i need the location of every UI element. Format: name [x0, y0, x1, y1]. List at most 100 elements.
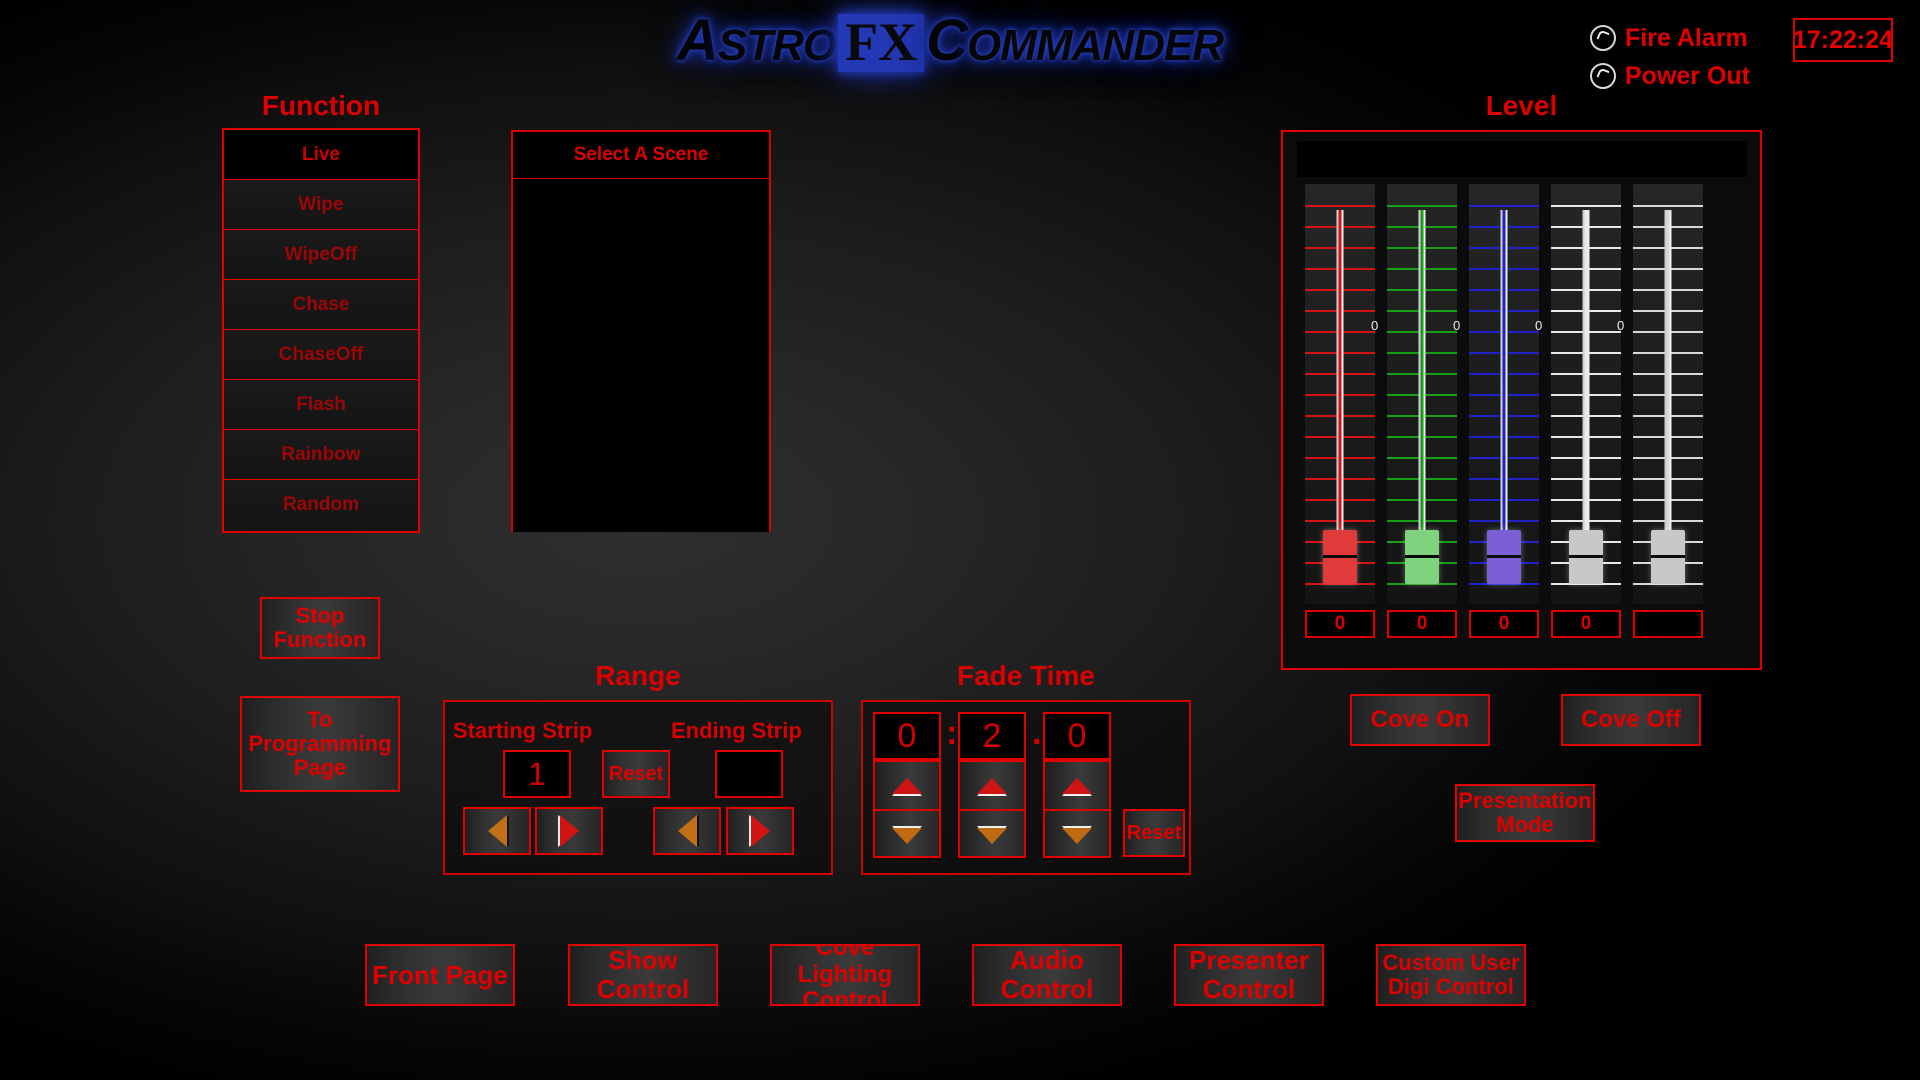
- level-value-master: [1633, 610, 1703, 638]
- fire-alarm-row: Fire Alarm: [1590, 22, 1750, 54]
- power-out-label: Power Out: [1625, 61, 1751, 90]
- slider-stem: [1418, 210, 1426, 530]
- slider-thumb-green[interactable]: [1405, 530, 1439, 584]
- slider-thumb-blue[interactable]: [1487, 530, 1521, 584]
- nav-button-custom-user-digi-control[interactable]: Custom User Digi Control: [1376, 944, 1526, 1006]
- scene-panel: Select A Scene: [511, 130, 771, 532]
- level-slider-white[interactable]: 0: [1543, 184, 1629, 638]
- level-value-blue: 0: [1469, 610, 1539, 638]
- function-item-label: Live: [301, 143, 341, 165]
- triangle-down-icon: [892, 827, 922, 844]
- level-side-value-white: 0: [1617, 318, 1625, 333]
- presentation-mode-button[interactable]: Presentation Mode: [1455, 784, 1595, 842]
- ending-strip-increment-button[interactable]: [726, 807, 794, 855]
- scene-list[interactable]: [513, 179, 769, 532]
- logo-astro: ASTRO: [677, 7, 837, 73]
- triangle-up-icon: [977, 777, 1007, 794]
- app-root: ASTRO FX COMMANDER Fire Alarm Power Out 17…: [0, 0, 1920, 1080]
- cove-off-button[interactable]: Cove Off: [1561, 694, 1701, 746]
- status-indicators: Fire Alarm Power Out: [1590, 22, 1750, 98]
- app-logo: ASTRO FX COMMANDER: [540, 4, 1360, 82]
- slider-stem: [1500, 210, 1508, 530]
- fade-seconds-up-button[interactable]: [960, 762, 1024, 811]
- stop-function-button[interactable]: Stop Function: [260, 597, 380, 659]
- fade-minutes-up-button[interactable]: [875, 762, 939, 811]
- nav-button-cove-lighting-control[interactable]: Cove Lighting Control: [770, 944, 920, 1006]
- function-item-wipeoff[interactable]: WipeOff: [224, 230, 418, 280]
- level-slider-red[interactable]: 0: [1297, 184, 1383, 638]
- fade-seconds-value[interactable]: 2: [958, 712, 1026, 760]
- nav-button-show-control[interactable]: Show Control: [568, 944, 718, 1006]
- level-slider-green[interactable]: 0: [1379, 184, 1465, 638]
- slider-thumb-white[interactable]: [1569, 530, 1603, 584]
- arrow-right-icon: [559, 815, 579, 847]
- function-item-random[interactable]: Random: [224, 480, 418, 530]
- slider-stem: [1664, 210, 1672, 530]
- fade-tenths-spinner: [1043, 760, 1111, 858]
- fade-tenths-value[interactable]: 0: [1043, 712, 1111, 760]
- ending-strip-decrement-button[interactable]: [653, 807, 721, 855]
- starting-strip-decrement-button[interactable]: [463, 807, 531, 855]
- level-slider-track-master[interactable]: [1633, 184, 1703, 604]
- scene-panel-header: Select A Scene: [513, 132, 769, 179]
- slider-tick: [1305, 205, 1375, 207]
- slider-thumb-red[interactable]: [1323, 530, 1357, 584]
- logo-fx: FX: [838, 14, 925, 72]
- level-slider-track-green[interactable]: [1387, 184, 1457, 604]
- fade-sep-colon: :: [946, 714, 958, 752]
- indicator-lamp-icon-fire-alarm: [1590, 25, 1616, 51]
- function-item-chaseoff[interactable]: ChaseOff: [224, 330, 418, 380]
- fade-time-reset-button[interactable]: Reset: [1123, 809, 1185, 857]
- clock-text: 17:22:24: [1792, 25, 1894, 54]
- fade-time-heading: Fade Time: [957, 660, 1095, 691]
- starting-strip-increment-button[interactable]: [535, 807, 603, 855]
- slider-thumb-master[interactable]: [1651, 530, 1685, 584]
- function-item-wipe[interactable]: Wipe: [224, 180, 418, 230]
- slider-tick: [1633, 205, 1703, 207]
- fade-minutes-value[interactable]: 0: [873, 712, 941, 760]
- level-side-value-green: 0: [1453, 318, 1461, 333]
- function-item-chase[interactable]: Chase: [224, 280, 418, 330]
- ending-strip-label: Ending Strip: [671, 718, 802, 743]
- level-side-value-red: 0: [1371, 318, 1379, 333]
- arrow-left-icon: [677, 815, 697, 847]
- starting-strip-value[interactable]: 1: [503, 750, 571, 798]
- nav-button-front-page[interactable]: Front Page: [365, 944, 515, 1006]
- logo-commander: COMMANDER: [926, 7, 1224, 73]
- range-reset-button[interactable]: Reset: [602, 750, 670, 798]
- level-slider-master[interactable]: [1625, 184, 1711, 638]
- fade-seconds-down-button[interactable]: [960, 811, 1024, 860]
- level-slider-track-blue[interactable]: [1469, 184, 1539, 604]
- fade-minutes-down-button[interactable]: [875, 811, 939, 860]
- nav-button-audio-control[interactable]: Audio Control: [972, 944, 1122, 1006]
- function-item-label: Random: [283, 494, 359, 515]
- function-heading: Function: [261, 90, 381, 121]
- function-item-rainbow[interactable]: Rainbow: [224, 430, 418, 480]
- level-heading: Level: [1485, 90, 1558, 121]
- level-slider-track-white[interactable]: [1551, 184, 1621, 604]
- nav-button-presenter-control[interactable]: Presenter Control: [1174, 944, 1324, 1006]
- fade-tenths-up-button[interactable]: [1045, 762, 1109, 811]
- fade-tenths-down-button[interactable]: [1045, 811, 1109, 860]
- function-list: Live Wipe WipeOff Chase ChaseOff Flash Rainbow…: [222, 128, 420, 533]
- range-panel: Starting Strip Ending Strip 1 Reset: [443, 700, 833, 875]
- indicator-lamp-icon-power-out: [1590, 63, 1616, 89]
- level-value-green: 0: [1387, 610, 1457, 638]
- function-item-label: Chase: [292, 293, 350, 315]
- level-slider-track-red[interactable]: [1305, 184, 1375, 604]
- level-value-red: 0: [1305, 610, 1375, 638]
- triangle-down-icon: [1062, 827, 1092, 844]
- to-programming-page-button[interactable]: To Programming Page: [240, 696, 400, 792]
- fire-alarm-label: Fire Alarm: [1625, 23, 1748, 52]
- level-side-value-blue: 0: [1535, 318, 1543, 333]
- starting-strip-label: Starting Strip: [453, 718, 593, 743]
- triangle-down-icon: [977, 827, 1007, 844]
- function-item-label: Wipe: [298, 193, 344, 215]
- function-item-flash[interactable]: Flash: [224, 380, 418, 430]
- cove-on-button[interactable]: Cove On: [1350, 694, 1490, 746]
- slider-stem: [1582, 210, 1590, 530]
- level-slider-blue[interactable]: 0: [1461, 184, 1547, 638]
- function-item-live[interactable]: Live: [224, 130, 418, 180]
- fade-seconds-spinner: [958, 760, 1026, 858]
- ending-strip-value[interactable]: [715, 750, 783, 798]
